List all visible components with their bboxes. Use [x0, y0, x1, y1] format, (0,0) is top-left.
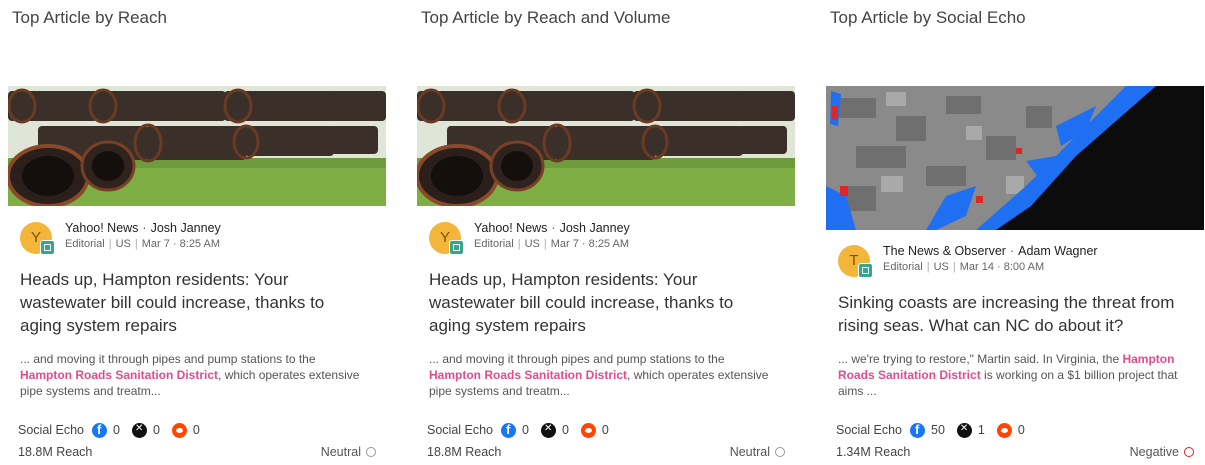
x-count: 0 [152, 423, 160, 437]
coast-map [826, 86, 1204, 230]
facebook-icon [501, 422, 517, 438]
timestamp: Mar 7 · 8:25 AM [141, 238, 221, 250]
neutral-circle-icon [366, 447, 376, 457]
editorial-badge-icon [858, 263, 873, 278]
author-name[interactable]: Adam Wagner [1018, 244, 1097, 258]
country: US [933, 261, 949, 273]
article-meta: Y Yahoo! News · Josh Janney Editorial | US | M… [429, 220, 789, 258]
sentiment-label: Neutral [320, 445, 361, 459]
article-meta: Y Yahoo! News · Josh Janney Editorial | US | M… [20, 220, 380, 258]
reach-value: 1.34M Reach [836, 445, 911, 459]
section-title: Top Article by Social Echo [830, 8, 1026, 27]
article-headline[interactable]: Sinking coasts are increasing the threat… [838, 291, 1188, 337]
reddit-icon [580, 422, 596, 438]
facebook-count: 50 [931, 423, 945, 437]
editorial-badge-icon [40, 240, 55, 255]
article-snippet: ... we're trying to restore," Martin sai… [838, 352, 1178, 398]
x-count: 1 [977, 423, 985, 437]
reach-value: 18.8M Reach [427, 445, 502, 459]
editorial-badge-icon [449, 240, 464, 255]
reddit-icon [996, 422, 1012, 438]
facebook-count: 0 [522, 423, 529, 437]
negative-circle-icon [1184, 447, 1194, 457]
sentiment: Neutral [321, 445, 376, 459]
article-meta: T The News & Observer · Adam Wagner Editor… [838, 243, 1198, 281]
reddit-icon [171, 422, 187, 438]
facebook-icon [910, 422, 926, 438]
x-icon [540, 422, 556, 438]
article-snippet: ... and moving it through pipes and pump… [20, 352, 360, 398]
source-name[interactable]: Yahoo! News [474, 221, 547, 235]
section-title: Top Article by Reach [12, 8, 167, 27]
sentiment: Negative [1130, 445, 1194, 459]
social-echo-label: Social Echo [18, 423, 85, 437]
keyword-highlight: Hampton Roads Sanitation District [20, 368, 219, 382]
section-title: Top Article by Reach and Volume [421, 8, 671, 27]
sentiment: Neutral [730, 445, 785, 459]
article-image[interactable] [826, 86, 1204, 230]
content-type: Editorial [474, 238, 514, 250]
timestamp: Mar 7 · 8:25 AM [550, 238, 630, 250]
keyword-highlight: Hampton Roads Sanitation District [429, 368, 628, 382]
facebook-icon [92, 422, 108, 438]
social-echo: Social Echo 0 0 0 [427, 421, 621, 439]
content-type: Editorial [65, 238, 105, 250]
article-headline[interactable]: Heads up, Hampton residents: Your wastew… [429, 268, 779, 337]
x-count: 0 [561, 423, 569, 437]
social-echo-label: Social Echo [836, 423, 903, 437]
article-card-reach: Top Article by Reach Y Yahoo! News · Jos… [8, 0, 388, 465]
neutral-circle-icon [775, 447, 785, 457]
source-name[interactable]: The News & Observer [883, 244, 1006, 258]
social-echo-label: Social Echo [427, 423, 494, 437]
social-echo: Social Echo 50 1 0 [836, 421, 1037, 439]
facebook-count: 0 [113, 423, 120, 437]
sentiment-label: Neutral [729, 445, 770, 459]
reach-value: 18.8M Reach [18, 445, 93, 459]
reddit-count: 0 [1017, 423, 1025, 437]
article-snippet: ... and moving it through pipes and pump… [429, 352, 769, 398]
author-name[interactable]: Josh Janney [151, 221, 221, 235]
country: US [115, 238, 131, 250]
pipes-photo [8, 86, 386, 206]
article-headline[interactable]: Heads up, Hampton residents: Your wastew… [20, 268, 370, 337]
social-echo: Social Echo 0 0 0 [18, 421, 212, 439]
article-card-reach-volume: Top Article by Reach and Volume Y Yahoo!… [417, 0, 797, 465]
author-name[interactable]: Josh Janney [560, 221, 630, 235]
sentiment-label: Negative [1129, 445, 1179, 459]
x-icon [131, 422, 147, 438]
content-type: Editorial [883, 261, 923, 273]
pipes-photo [417, 86, 795, 206]
timestamp: Mar 14 · 8:00 AM [959, 261, 1045, 273]
reddit-count: 0 [192, 423, 200, 437]
country: US [524, 238, 540, 250]
article-image[interactable] [8, 86, 386, 206]
article-image[interactable] [417, 86, 795, 206]
source-name[interactable]: Yahoo! News [65, 221, 138, 235]
article-card-social-echo: Top Article by Social Echo T The News & … [826, 0, 1205, 465]
reddit-count: 0 [601, 423, 609, 437]
x-icon [956, 422, 972, 438]
